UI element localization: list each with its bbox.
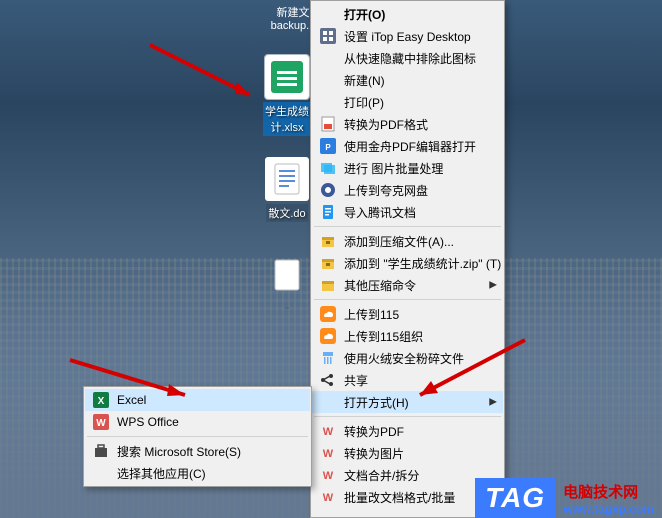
itop-icon [318, 28, 338, 44]
context-menu-open-with: X Excel W WPS Office 搜索 Microsoft Store(… [83, 386, 312, 487]
svg-text:W: W [323, 492, 334, 504]
wps-icon: W [318, 445, 338, 461]
svg-text:X: X [98, 396, 105, 407]
menu-share[interactable]: 共享 [312, 369, 503, 391]
menu-wps-pdf[interactable]: W 转换为PDF [312, 420, 503, 442]
menu-tencent[interactable]: 导入腾讯文档 [312, 201, 503, 223]
watermark: TAG 电脑技术网 www.tagxp.com [475, 478, 662, 518]
watermark-title: 电脑技术网 [563, 481, 654, 502]
watermark-tag: TAG [475, 478, 555, 518]
menu-new[interactable]: 新建(N) [312, 69, 503, 91]
wps-office-icon: W [91, 414, 111, 430]
menu-to-pdf[interactable]: 转换为PDF格式 [312, 113, 503, 135]
submenu-other[interactable]: 选择其他应用(C) [85, 462, 310, 484]
context-menu-main: 打开(O) 设置 iTop Easy Desktop 从快速隐藏中排除此图标 新… [310, 0, 505, 518]
quark-icon [318, 182, 338, 198]
batch-img-icon [318, 160, 338, 176]
menu-compress-other[interactable]: 其他压缩命令▶ [312, 274, 503, 296]
svg-text:P: P [325, 143, 331, 152]
watermark-url: www.tagxp.com [563, 502, 654, 516]
desktop-file-doc-label: 散文.do [266, 204, 307, 222]
pdf-editor-icon: P [318, 138, 338, 154]
menu-wps-img[interactable]: W 转换为图片 [312, 442, 503, 464]
menu-jinzhou[interactable]: P 使用金舟PDF编辑器打开 [312, 135, 503, 157]
menu-compress-t[interactable]: 添加到 "学生成绩统计.zip" (T) [312, 252, 503, 274]
menu-open-with[interactable]: 打开方式(H)▶ [312, 391, 503, 413]
submenu-excel[interactable]: X Excel [85, 389, 310, 411]
pdf-icon [318, 116, 338, 132]
archive-icon [318, 255, 338, 271]
submenu-store[interactable]: 搜索 Microsoft Store(S) [85, 440, 310, 462]
menu-separator [314, 299, 501, 300]
svg-text:W: W [323, 448, 334, 460]
menu-print[interactable]: 打印(P) [312, 91, 503, 113]
svg-text:W: W [323, 426, 334, 438]
tencent-doc-icon [318, 204, 338, 220]
blank-file-icon [269, 257, 305, 293]
menu-batch-img[interactable]: 进行 图片批量处理 [312, 157, 503, 179]
menu-huorong[interactable]: 使用火绒安全粉碎文件 [312, 347, 503, 369]
svg-text:W: W [96, 418, 106, 429]
chevron-right-icon: ▶ [489, 280, 497, 291]
desktop-file-blank-label [285, 307, 289, 309]
svg-text:W: W [323, 470, 334, 482]
wps-icon: W [318, 489, 338, 505]
menu-separator [87, 436, 308, 437]
menu-separator [314, 226, 501, 227]
cloud-115-icon [318, 328, 338, 344]
wps-icon: W [318, 467, 338, 483]
chevron-right-icon: ▶ [489, 397, 497, 408]
spreadsheet-icon [269, 59, 305, 95]
menu-quark[interactable]: 上传到夸克网盘 [312, 179, 503, 201]
archive-icon [318, 233, 338, 249]
menu-115-org[interactable]: 上传到115组织 [312, 325, 503, 347]
menu-open[interactable]: 打开(O) [312, 3, 503, 25]
menu-itop[interactable]: 设置 iTop Easy Desktop [312, 25, 503, 47]
cloud-115-icon [318, 306, 338, 322]
wps-icon: W [318, 423, 338, 439]
share-icon [318, 372, 338, 388]
excel-icon: X [91, 392, 111, 408]
shredder-icon [318, 350, 338, 366]
menu-quickhide[interactable]: 从快速隐藏中排除此图标 [312, 47, 503, 69]
document-icon [269, 161, 305, 197]
menu-separator [314, 416, 501, 417]
submenu-wps[interactable]: W WPS Office [85, 411, 310, 433]
archive-icon [318, 277, 338, 293]
desktop-file-xlsx-label: 学生成绩 计.xlsx [263, 102, 311, 136]
menu-compress-a[interactable]: 添加到压缩文件(A)... [312, 230, 503, 252]
menu-115[interactable]: 上传到115 [312, 303, 503, 325]
store-icon [91, 443, 111, 459]
